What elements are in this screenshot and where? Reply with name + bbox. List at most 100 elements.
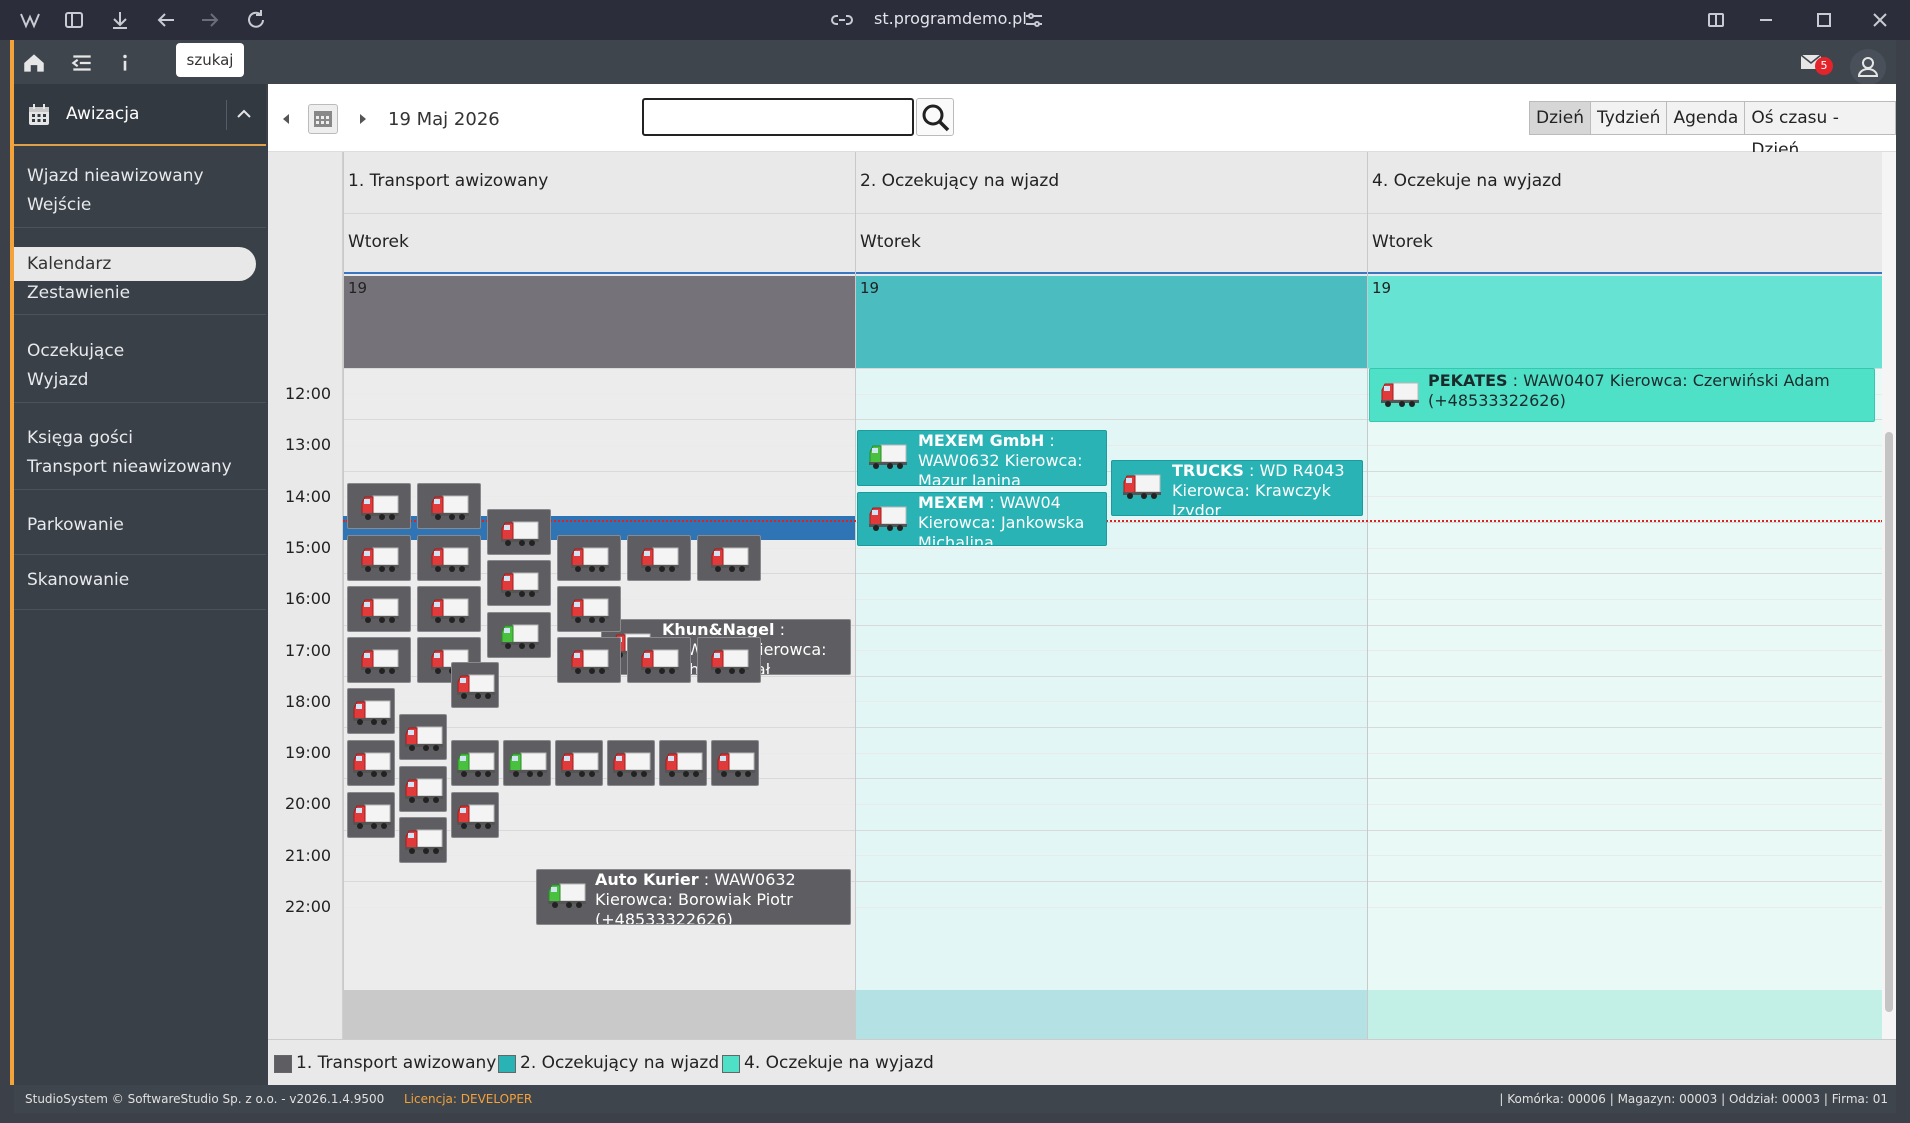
divider <box>14 402 266 403</box>
sidebar-item-skanowanie[interactable]: Skanowanie <box>27 570 129 590</box>
maximize-icon[interactable] <box>1812 8 1836 32</box>
address-bar[interactable]: st.programdemo.pl <box>874 9 1027 28</box>
prev-day-icon[interactable] <box>279 110 293 128</box>
calendar-event[interactable] <box>399 817 447 863</box>
truck-icon <box>360 491 400 523</box>
date-picker-button[interactable] <box>308 104 338 134</box>
calendar-event[interactable] <box>399 714 447 760</box>
column-body[interactable] <box>1367 368 1883 1039</box>
calendar-event[interactable] <box>487 560 551 606</box>
home-icon[interactable] <box>21 50 47 76</box>
scrollbar-thumb[interactable] <box>1885 432 1893 1012</box>
sidebar-header[interactable]: Awizacja <box>14 84 266 146</box>
chevron-up-icon[interactable] <box>230 100 258 128</box>
view-week-button[interactable]: Tydzień <box>1589 101 1668 135</box>
calendar-event[interactable] <box>417 535 481 581</box>
reload-icon[interactable] <box>244 8 268 32</box>
truck-icon <box>500 568 540 600</box>
legend: 1. Transport awizowany 2. Oczekujący na … <box>268 1039 1896 1085</box>
truck-icon <box>1122 470 1162 502</box>
calendar-event[interactable] <box>711 740 759 786</box>
mail-badge: 5 <box>1815 57 1833 75</box>
calendar-event[interactable] <box>417 483 481 529</box>
calendar-event[interactable] <box>417 586 481 632</box>
calendar-event[interactable] <box>347 483 411 529</box>
column-body[interactable] <box>343 368 855 1039</box>
calendar-event[interactable]: TRUCKS : WD R4043 Kierowca: Krawczyk Izy… <box>1111 460 1363 516</box>
search-button[interactable] <box>916 98 954 136</box>
calendar-event[interactable]: PEKATES : WAW0407 Kierowca: Czerwiński A… <box>1369 368 1875 422</box>
info-icon[interactable] <box>112 50 138 76</box>
sidebar-item-wejscie[interactable]: Wejście <box>27 195 91 215</box>
divider <box>226 100 227 130</box>
sidebar-item-zestawienie[interactable]: Zestawienie <box>27 283 130 303</box>
site-settings-icon[interactable] <box>1022 8 1046 32</box>
view-agenda-button[interactable]: Agenda <box>1666 101 1746 135</box>
link-icon <box>831 15 853 25</box>
split-view-icon[interactable] <box>1704 8 1728 32</box>
calendar-grid[interactable]: 1. Transport awizowany 2. Oczekujący na … <box>268 152 1896 1039</box>
truck-icon <box>640 645 680 677</box>
half-hour-line <box>343 701 1883 703</box>
calendar-event[interactable] <box>451 662 499 708</box>
calendar-event[interactable] <box>557 586 621 632</box>
search-tooltip[interactable]: szukaj <box>176 43 244 77</box>
truck-icon <box>456 800 496 832</box>
calendar-event[interactable] <box>627 535 691 581</box>
close-icon[interactable] <box>1868 8 1892 32</box>
day-header: Wtorek <box>343 214 855 274</box>
calendar-event[interactable] <box>487 612 551 658</box>
calendar-event[interactable]: Auto Kurier : WAW0632 Kierowca: Borowiak… <box>536 869 851 925</box>
hour-label: 19:00 <box>285 743 332 763</box>
calendar-event[interactable] <box>659 740 707 786</box>
calendar-event[interactable] <box>347 586 411 632</box>
sidebar-toggle-icon[interactable] <box>62 8 86 32</box>
calendar-event[interactable] <box>347 792 395 838</box>
back-icon[interactable] <box>154 8 178 32</box>
event-company: TRUCKS <box>1172 461 1244 480</box>
calendar-event[interactable] <box>557 535 621 581</box>
sidebar-item-ksiega-gosci[interactable]: Księga gości <box>27 428 133 448</box>
calendar-event[interactable] <box>697 637 761 683</box>
forward-icon[interactable] <box>198 8 222 32</box>
calendar-event[interactable] <box>451 792 499 838</box>
event-company: MEXEM <box>918 493 985 512</box>
calendar-event[interactable] <box>347 637 411 683</box>
download-icon[interactable] <box>108 8 132 32</box>
calendar-event[interactable]: MEXEM : WAW04 Kierowca: Jankowska Michal… <box>857 492 1107 546</box>
menu-collapse-icon[interactable] <box>69 50 95 76</box>
calendar-event[interactable] <box>347 688 395 734</box>
hour-label: 18:00 <box>285 691 332 711</box>
all-day-cell[interactable]: 19 <box>855 276 1367 368</box>
calendar-event[interactable] <box>503 740 551 786</box>
truck-icon <box>1380 378 1420 410</box>
truck-icon <box>456 748 496 780</box>
calendar-event[interactable] <box>627 637 691 683</box>
all-day-cell[interactable]: 19 <box>343 276 855 368</box>
sidebar-item-wjazd-nieawizowany[interactable]: Wjazd nieawizowany <box>27 166 204 186</box>
calendar-event[interactable] <box>451 740 499 786</box>
view-day-button[interactable]: Dzień <box>1529 101 1591 135</box>
calendar-event[interactable] <box>697 535 761 581</box>
next-day-icon[interactable] <box>356 110 370 128</box>
sidebar-item-parkowanie[interactable]: Parkowanie <box>27 515 124 535</box>
browser-logo-icon[interactable] <box>18 8 42 32</box>
minimize-icon[interactable] <box>1754 8 1778 32</box>
calendar-event[interactable] <box>487 509 551 555</box>
search-input[interactable] <box>642 98 914 136</box>
sidebar-item-transport-nieawizowany[interactable]: Transport nieawizowany <box>27 457 232 477</box>
calendar-event[interactable] <box>557 637 621 683</box>
sidebar-item-kalendarz[interactable]: Kalendarz <box>27 254 111 274</box>
calendar-event[interactable] <box>399 766 447 812</box>
calendar-event[interactable] <box>555 740 603 786</box>
calendar-event[interactable] <box>607 740 655 786</box>
calendar-event[interactable]: MEXEM GmbH : WAW0632 Kierowca: Mazur Jan… <box>857 430 1107 486</box>
sidebar-item-wyjazd[interactable]: Wyjazd <box>27 370 88 390</box>
calendar-event[interactable] <box>347 740 395 786</box>
all-day-cell[interactable]: 19 <box>1367 276 1883 368</box>
calendar-event[interactable] <box>347 535 411 581</box>
user-avatar[interactable] <box>1850 49 1886 85</box>
view-timeline-button[interactable]: Oś czasu - Dzień <box>1744 101 1896 160</box>
off-hours-block <box>1367 990 1883 1039</box>
sidebar-item-oczekujace[interactable]: Oczekujące <box>27 341 124 361</box>
